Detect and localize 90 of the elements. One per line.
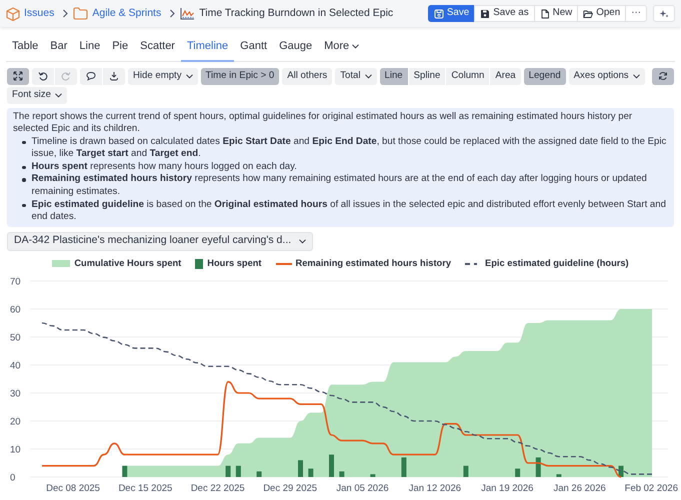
axis-label: Dec 08 2025 [46, 482, 100, 494]
folder-icon [73, 7, 88, 20]
chart-style-button[interactable]: Area [490, 68, 521, 84]
expand-button[interactable] [7, 68, 29, 84]
filter-button[interactable]: All others [282, 68, 332, 84]
page-title: Time Tracking Burndown in Selected Epic [199, 6, 394, 21]
toolbar-button[interactable]: Save as [474, 5, 535, 22]
bullet-item: Hours spent represents how many hours logged on each day. [32, 160, 297, 174]
legend-label: Epic estimated guideline (hours) [485, 256, 629, 270]
axis-label: Dec 29 2025 [263, 482, 318, 494]
toolbar-button[interactable]: ··· [625, 5, 647, 22]
filter-button[interactable]: Time in Epic > 0 [200, 68, 280, 84]
undo-icon [38, 71, 48, 81]
download-icon [109, 71, 119, 81]
bullet-icon [22, 140, 26, 144]
axis-label: Jan 19 2026 [481, 482, 534, 494]
chart-style-button[interactable]: Spline [408, 68, 446, 84]
tab[interactable]: Line [73, 35, 106, 62]
chevron-icon [169, 9, 176, 18]
undo-button[interactable] [32, 68, 54, 84]
axis-label: 60 [10, 304, 21, 316]
caret-icon [54, 92, 62, 98]
document-icon [540, 8, 550, 18]
axis-label: Jan 12 2026 [408, 482, 462, 494]
font-size-button[interactable]: Font size [7, 86, 67, 104]
save-icon [480, 8, 490, 18]
ai-button[interactable] [653, 5, 675, 22]
folder-icon [583, 8, 594, 18]
axis-label: 0 [10, 472, 16, 484]
caret-icon [352, 44, 360, 49]
chevron-icon [62, 9, 70, 18]
tab[interactable]: Gauge [273, 35, 318, 62]
axis-label: 20 [10, 416, 21, 428]
axis-label: 10 [10, 444, 21, 456]
axis-label: Dec 22 2025 [190, 482, 245, 494]
chart-style-button[interactable]: Column [446, 68, 490, 84]
bullet-icon [22, 166, 26, 170]
filter-button[interactable]: Hide empty [128, 68, 198, 84]
tab[interactable]: More [318, 35, 366, 62]
caret-icon [364, 74, 372, 78]
chart-style-button[interactable]: Line [380, 68, 408, 84]
save-icon [434, 8, 444, 18]
redo-icon [61, 71, 71, 81]
refresh-button[interactable] [652, 68, 674, 84]
cube-icon [6, 6, 20, 20]
caret-icon [632, 74, 640, 78]
refresh-icon [658, 71, 668, 81]
axis-label: Jan 05 2026 [336, 482, 389, 494]
tab[interactable]: Bar [44, 35, 74, 62]
caret-icon [299, 238, 306, 244]
tab[interactable]: Scatter [134, 35, 181, 62]
axis-label: 30 [10, 388, 21, 400]
legend-key [195, 258, 204, 269]
bullet-item: Epic estimated guideline is based on the Original estimated hours of all issues in the selected epic and distributed effort evenly between Start and end dates. [32, 198, 667, 224]
legend-button[interactable]: Legend [524, 68, 566, 84]
bullet-item: Remaining estimated hours history represents how many remaining estimated hours are at the end of each day after logging hours or updated remaining estimates. [32, 173, 648, 199]
axis-label: Jan 26 2026 [553, 482, 606, 494]
filter-button[interactable]: Total [335, 68, 376, 84]
breadcrumb-link[interactable]: Issues [24, 6, 54, 22]
axis-label: Dec 15 2025 [118, 482, 172, 494]
sparkle-icon [659, 8, 669, 18]
legend-label: Hours spent [207, 256, 262, 270]
bullet-icon [22, 178, 26, 182]
axis-label: 70 [10, 276, 21, 288]
info-text: The report shows the current trend of spent hours, optimal guidelines for original estimated hours as well as remaining estimated hours history per selected Epic and its children. [13, 110, 634, 136]
tab[interactable]: Table [6, 35, 44, 62]
bullet-icon [22, 204, 26, 208]
legend-label: Cumulative Hours spent [74, 256, 182, 270]
toolbar-button[interactable]: Open [577, 5, 626, 22]
axes-options-button[interactable]: Axes options [568, 68, 645, 84]
legend-key [52, 260, 70, 268]
comment-icon [86, 71, 96, 81]
comment-button[interactable] [80, 68, 102, 84]
toolbar-button[interactable]: New [534, 5, 578, 22]
legend-label: Remaining estimated hours history [296, 256, 452, 270]
breadcrumb-link[interactable]: Agile & Sprints [92, 6, 162, 22]
axis-label: 50 [10, 332, 21, 344]
axis-label: Feb 02 2026 [624, 482, 678, 494]
bullet-item: Timeline is drawn based on calculated dates Epic Start Date and Epic End Date, but those could be replaced with the assigned date field to the Epic issue, like Target start and Target end. [32, 136, 668, 161]
axis-label: 40 [10, 360, 21, 372]
legend-key [276, 262, 292, 265]
tab[interactable]: Pie [106, 35, 134, 62]
epic-dropdown[interactable]: DA-342 Plasticine's mechanizing loaner eyeful carving's d... [7, 232, 314, 251]
expand-icon [13, 71, 23, 81]
download-button[interactable] [103, 68, 125, 84]
caret-icon [186, 74, 193, 78]
save-button[interactable]: Save [428, 5, 476, 22]
tab[interactable]: Gantt [234, 35, 274, 62]
line-chart-icon [180, 7, 196, 20]
tab[interactable]: Timeline [180, 35, 234, 62]
